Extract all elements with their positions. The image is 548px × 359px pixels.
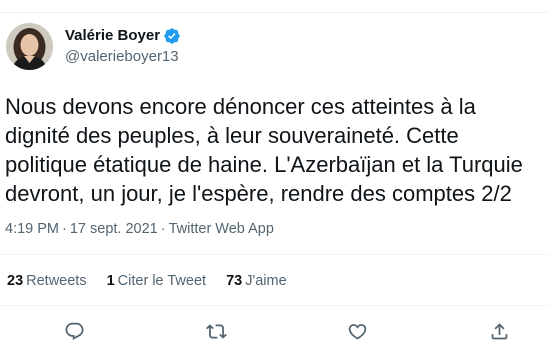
avatar[interactable] bbox=[6, 23, 53, 70]
retweets-label: Retweets bbox=[26, 273, 87, 289]
author-names: Valérie Boyer @valerieboyer13 bbox=[65, 26, 181, 67]
likes-label: J'aime bbox=[245, 273, 287, 289]
top-border bbox=[0, 12, 548, 13]
tweet-time[interactable]: 4:19 PM bbox=[5, 221, 59, 237]
tweet-date[interactable]: 17 sept. 2021 bbox=[70, 221, 158, 237]
retweets-count: 23 bbox=[7, 273, 24, 289]
likes-stat[interactable]: 73 J'aime bbox=[226, 272, 287, 290]
retweet-button[interactable] bbox=[203, 318, 229, 344]
name-row: Valérie Boyer bbox=[65, 26, 181, 46]
quotes-count: 1 bbox=[106, 273, 115, 289]
like-button[interactable] bbox=[344, 318, 370, 344]
quotes-stat[interactable]: 1 Citer le Tweet bbox=[107, 272, 206, 290]
tweet-text: Nous devons encore dénoncer ces atteinte… bbox=[5, 94, 523, 206]
tweet-meta: 4:19 PM · 17 sept. 2021 · Twitter Web App bbox=[5, 220, 274, 238]
verified-badge-icon bbox=[163, 27, 181, 45]
likes-count: 73 bbox=[226, 273, 243, 289]
reply-button[interactable] bbox=[61, 318, 87, 344]
meta-separator: · bbox=[160, 221, 166, 237]
quotes-label: Citer le Tweet bbox=[117, 273, 207, 289]
tweet-stats: 23 Retweets 1 Citer le Tweet 73 J'aime bbox=[7, 272, 307, 290]
author-handle[interactable]: @valerieboyer13 bbox=[65, 47, 181, 67]
author-display-name[interactable]: Valérie Boyer bbox=[65, 26, 160, 46]
divider-top bbox=[0, 254, 548, 255]
tweet-source[interactable]: Twitter Web App bbox=[169, 221, 274, 237]
divider-bottom bbox=[0, 305, 548, 306]
tweet-actions bbox=[0, 318, 548, 344]
tweet-header: Valérie Boyer @valerieboyer13 bbox=[6, 23, 181, 70]
retweet-icon bbox=[205, 323, 227, 339]
share-icon bbox=[491, 322, 507, 339]
meta-separator: · bbox=[62, 221, 67, 237]
share-button[interactable] bbox=[486, 318, 512, 344]
avatar-photo bbox=[6, 23, 53, 70]
reply-icon bbox=[65, 322, 83, 340]
retweets-stat[interactable]: 23 Retweets bbox=[7, 272, 87, 290]
like-icon bbox=[348, 323, 366, 340]
